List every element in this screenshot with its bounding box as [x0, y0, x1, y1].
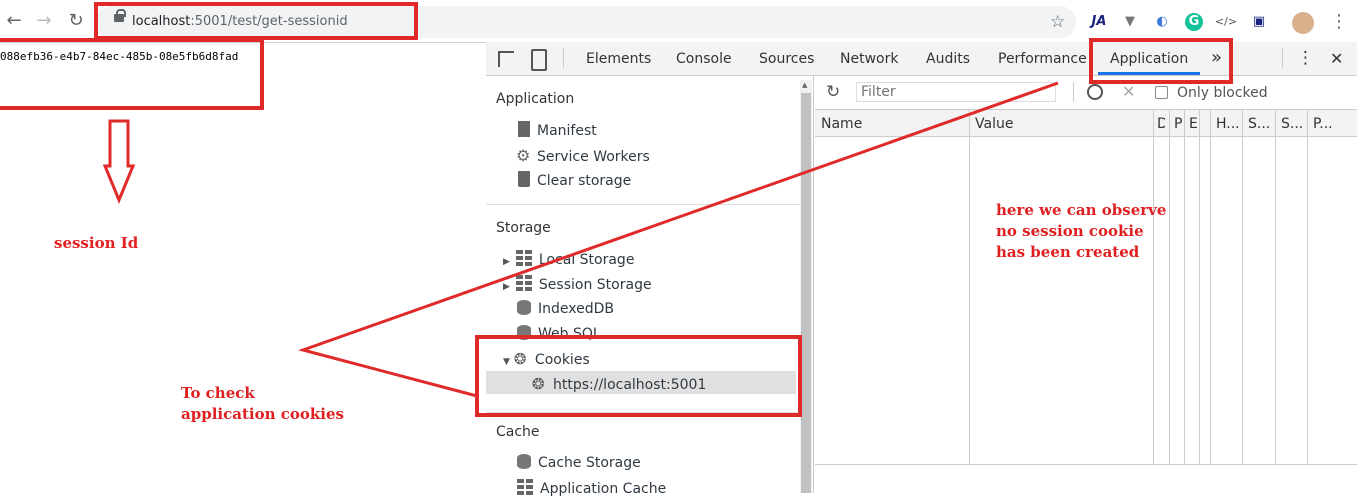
session-id-highlight-box — [0, 38, 264, 110]
annotation-observe-line3: has been created — [996, 243, 1140, 261]
url-highlight-box — [94, 2, 418, 40]
annotation-observe-line2: no session cookie — [996, 222, 1144, 240]
down-arrow-icon — [102, 119, 136, 204]
annotation-session-id: session Id — [54, 234, 139, 252]
pointer-line — [297, 81, 1059, 398]
annotation-check-cookies-line2: application cookies — [181, 405, 344, 423]
application-tab-highlight-box — [1089, 38, 1233, 84]
annotation-observe-line1: here we can observe — [996, 201, 1167, 219]
annotation-check-cookies-line1: To check — [181, 384, 255, 402]
cookies-highlight-box — [475, 335, 802, 417]
